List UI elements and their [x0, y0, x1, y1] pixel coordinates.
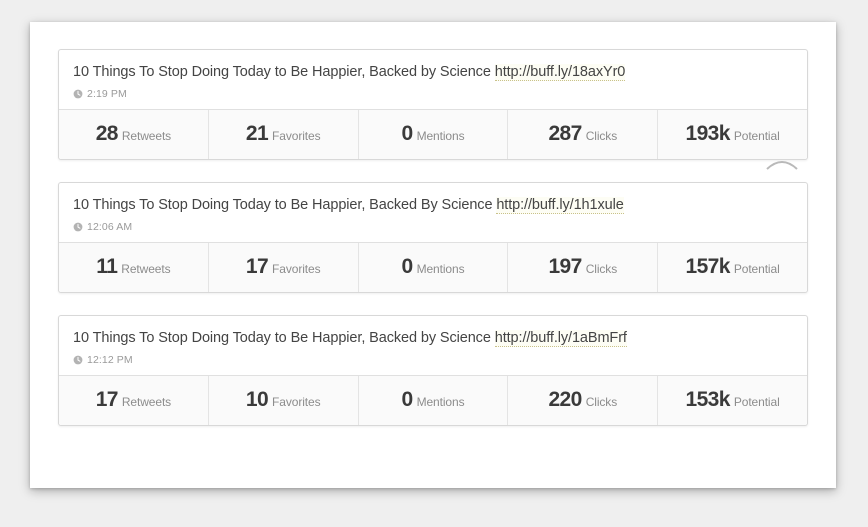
stat-retweets: 11 Retweets: [59, 243, 209, 293]
post-stats-row: 28 Retweets 21 Favorites 0 Mentions 287 Clic…: [59, 110, 807, 160]
stat-label: Retweets: [121, 395, 172, 410]
stat-value: 157k: [685, 255, 731, 279]
stat-value: 17: [95, 388, 119, 412]
post-card[interactable]: 10 Things To Stop Doing Today to Be Happ…: [58, 315, 808, 427]
stat-favorites: 21 Favorites: [209, 110, 359, 160]
stat-favorites: 10 Favorites: [209, 376, 359, 426]
stat-potential: 157k Potential: [658, 243, 807, 292]
stat-value: 10: [245, 388, 269, 412]
stat-label: Mentions: [416, 395, 465, 410]
stat-label: Favorites: [272, 262, 321, 277]
stat-value: 287: [548, 122, 582, 146]
post-header: 10 Things To Stop Doing Today to Be Happ…: [59, 316, 807, 377]
post-card-list: 10 Things To Stop Doing Today to Be Happ…: [58, 49, 808, 427]
post-title-text: 10 Things To Stop Doing Today to Be Happ…: [73, 330, 495, 347]
stat-value: 0: [401, 388, 413, 412]
stat-label: Clicks: [585, 262, 618, 277]
stat-value: 0: [401, 122, 413, 146]
stat-label: Clicks: [585, 395, 618, 410]
stat-clicks: 197 Clicks: [508, 243, 659, 293]
stat-value: 28: [95, 122, 119, 146]
stat-mentions: 0 Mentions: [359, 110, 509, 160]
post-link[interactable]: http://buff.ly/18axYr0: [494, 64, 625, 81]
stat-value: 21: [245, 122, 269, 146]
post-header: 10 Things To Stop Doing Today to Be Happ…: [59, 183, 807, 244]
stat-clicks: 287 Clicks: [508, 110, 659, 160]
stat-favorites: 17 Favorites: [209, 243, 359, 293]
stat-label: Potential: [733, 395, 780, 410]
clock-icon: [73, 222, 83, 232]
stat-label: Retweets: [121, 262, 171, 277]
stat-value: 153k: [685, 388, 731, 412]
post-title: 10 Things To Stop Doing Today to Be Happ…: [73, 63, 793, 81]
timestamp-text: 12:12 PM: [87, 354, 133, 367]
stat-label: Mentions: [416, 129, 465, 144]
post-stats-row: 17 Retweets 10 Favorites 0 Mentions 220 Clic…: [59, 376, 807, 426]
stat-label: Favorites: [272, 129, 321, 144]
post-link[interactable]: http://buff.ly/1h1xule: [496, 197, 624, 215]
stat-label: Retweets: [121, 129, 172, 144]
stat-value: 0: [401, 255, 413, 279]
stat-retweets: 28 Retweets: [59, 110, 209, 160]
post-title: 10 Things To Stop Doing Today to Be Happ…: [73, 196, 793, 215]
stat-value: 197: [548, 255, 582, 279]
clock-icon: [73, 355, 83, 365]
stat-label: Potential: [733, 262, 780, 277]
stat-label: Potential: [733, 129, 780, 144]
post-timestamp: 12:12 PM: [73, 354, 793, 366]
stat-clicks: 220 Clicks: [508, 376, 659, 426]
post-timestamp: 2:19 PM: [73, 88, 793, 100]
post-card[interactable]: 10 Things To Stop Doing Today to Be Happ…: [58, 49, 808, 170]
stat-mentions: 0 Mentions: [359, 376, 509, 426]
timestamp-text: 2:19 PM: [87, 88, 127, 101]
stat-value: 17: [245, 255, 269, 279]
post-link[interactable]: http://buff.ly/1aBmFrf: [494, 330, 627, 348]
stat-label: Mentions: [416, 262, 465, 277]
post-title-text: 10 Things To Stop Doing Today to Be Happ…: [73, 64, 495, 80]
stat-value: 220: [548, 388, 582, 412]
post-stats-row: 11 Retweets 17 Favorites 0 Mentions 197 Clic…: [59, 243, 807, 293]
stat-potential: 193k Potential: [658, 110, 807, 159]
stat-value: 11: [96, 255, 118, 279]
post-card[interactable]: 10 Things To Stop Doing Today to Be Happ…: [58, 182, 808, 294]
clock-icon: [73, 89, 83, 99]
stat-value: 193k: [685, 122, 731, 146]
analytics-panel: 10 Things To Stop Doing Today to Be Happ…: [30, 22, 836, 488]
post-title-text: 10 Things To Stop Doing Today to Be Happ…: [73, 197, 497, 214]
post-header: 10 Things To Stop Doing Today to Be Happ…: [59, 50, 807, 111]
stat-potential: 153k Potential: [658, 376, 807, 425]
timestamp-text: 12:06 AM: [87, 221, 133, 234]
stat-mentions: 0 Mentions: [359, 243, 509, 293]
post-title: 10 Things To Stop Doing Today to Be Happ…: [73, 329, 793, 348]
stat-label: Favorites: [272, 395, 321, 410]
post-timestamp: 12:06 AM: [73, 221, 793, 233]
stat-retweets: 17 Retweets: [59, 376, 209, 426]
stat-label: Clicks: [585, 129, 618, 144]
